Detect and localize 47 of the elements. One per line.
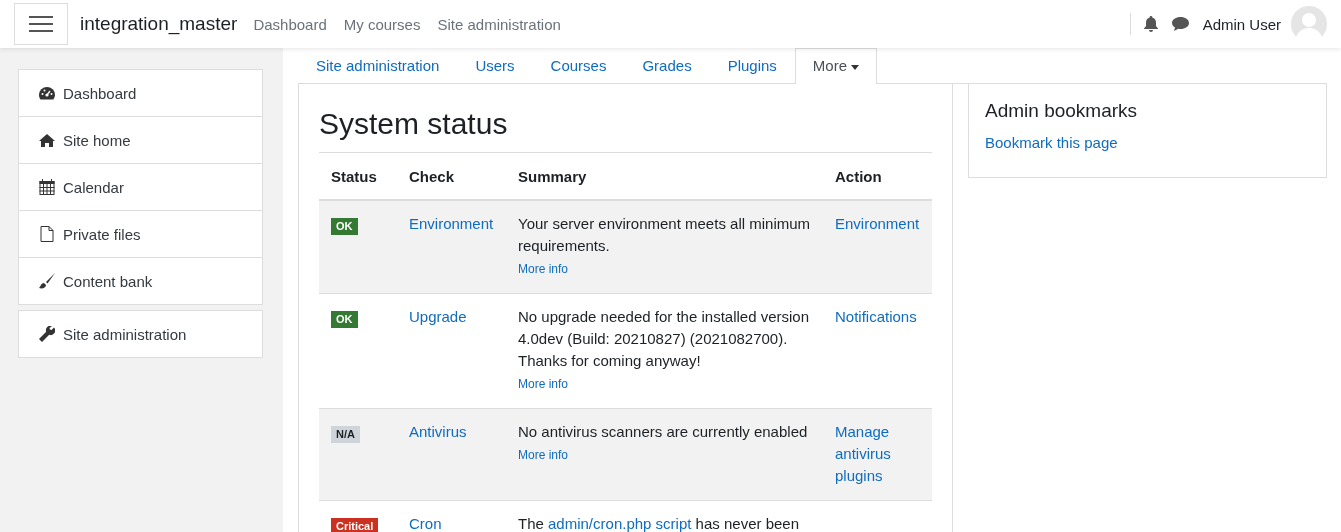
check-link[interactable]: Cron [409, 515, 442, 532]
nav-tab[interactable]: Grades [624, 48, 710, 83]
home-icon [39, 133, 55, 147]
sidebar-item[interactable]: Private files [19, 211, 262, 258]
sidebar-item[interactable]: Calendar [19, 164, 262, 211]
status-badge: N/A [331, 426, 360, 443]
user-name[interactable]: Admin User [1202, 15, 1281, 33]
nav-link[interactable]: Site administration [437, 15, 561, 33]
wrench-icon [39, 326, 55, 342]
block-title: Admin bookmarks [985, 100, 1138, 122]
dashboard-gauge-icon [39, 86, 55, 100]
nav-link[interactable]: My courses [343, 15, 421, 33]
nav-tab[interactable]: Users [457, 48, 533, 83]
sidebar-item[interactable]: Dashboard [19, 70, 262, 117]
chat-bubble-icon[interactable] [1171, 17, 1189, 31]
check-link[interactable]: Environment [409, 215, 494, 232]
site-name[interactable]: integration_master [80, 13, 238, 35]
script-link[interactable]: admin/cron.php script [548, 515, 692, 532]
check-link[interactable]: Antivirus [409, 423, 467, 440]
menu-icon [29, 15, 53, 33]
summary-text: No upgrade needed for the installed version 4.0dev (Build: 20210827) (2021082700). Thanks for coming anyway! [518, 307, 811, 371]
nav-tab[interactable]: Plugins [709, 48, 795, 83]
status-badge: Critical [331, 518, 379, 532]
summary-text: Your server environment meets all minimum requirements. [518, 214, 811, 256]
sidebar-item[interactable]: Site administration [19, 311, 262, 357]
more-info-link[interactable]: More info [518, 444, 569, 466]
calendar-icon [39, 179, 55, 195]
status-badge: OK [331, 311, 358, 328]
nav-tab[interactable]: More [794, 48, 878, 84]
more-info-link[interactable]: More info [518, 373, 569, 395]
nav-link[interactable]: Dashboard [253, 15, 327, 33]
menu-button[interactable] [14, 3, 68, 45]
more-info-link[interactable]: More info [518, 258, 569, 280]
file-icon [39, 226, 55, 242]
summary-text: No antivirus scanners are currently enabled [518, 422, 809, 442]
page-title: System status [319, 106, 509, 142]
action-link[interactable]: Environment [835, 213, 920, 235]
summary-text: The admin/cron.php script has never been [518, 514, 800, 532]
check-link[interactable]: Upgrade [409, 308, 467, 325]
bookmark-link[interactable]: Bookmark this page [985, 134, 1118, 151]
action-link[interactable]: Notifications [835, 306, 920, 328]
nav-tab[interactable]: Courses [532, 48, 625, 83]
status-badge: OK [331, 218, 358, 235]
nav-tab[interactable]: Site administration [298, 48, 458, 83]
sidebar-item[interactable]: Site home [19, 117, 262, 164]
sidebar-item[interactable]: Content bank [19, 258, 262, 304]
notification-bell-icon[interactable] [1143, 16, 1158, 32]
